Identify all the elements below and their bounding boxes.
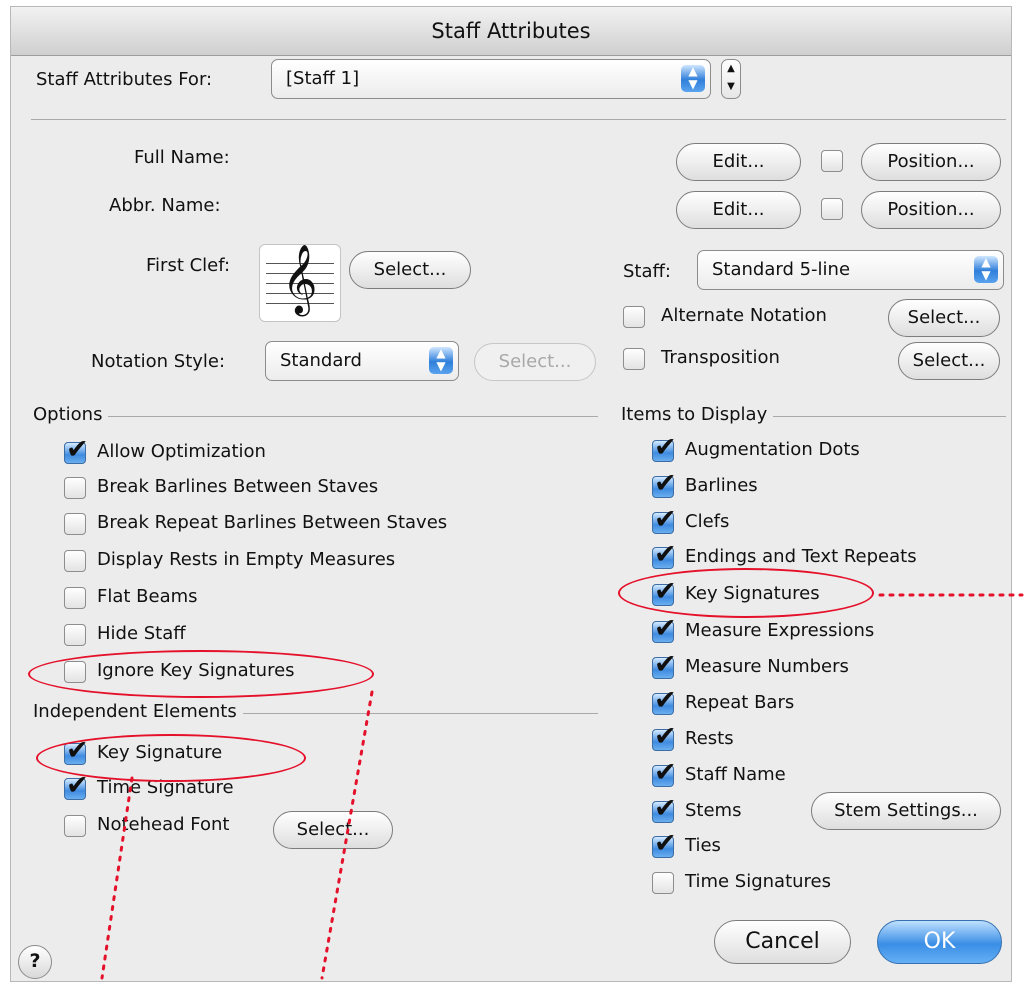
annotation-dotted-lines (100, 593, 1024, 980)
